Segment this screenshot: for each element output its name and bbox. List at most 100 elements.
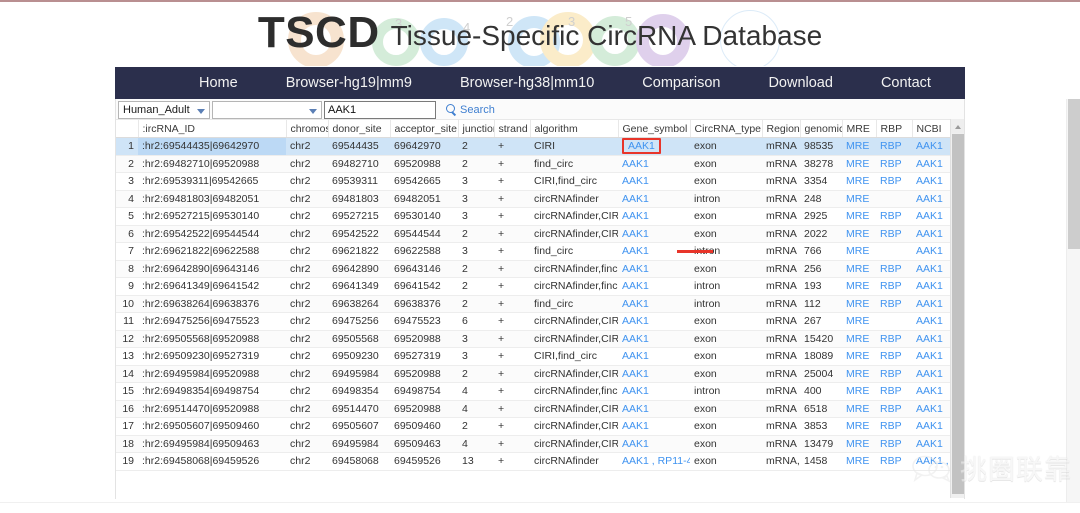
- nav-contact[interactable]: Contact: [857, 67, 955, 99]
- cell-gene[interactable]: AAK1: [618, 418, 690, 436]
- column-header-ncbi[interactable]: NCBI: [912, 120, 954, 138]
- mre-link[interactable]: MRE: [846, 333, 869, 345]
- table-row[interactable]: 8:hr2:69642890|69643146chr26964289069643…: [116, 260, 964, 278]
- rbp-link[interactable]: RBP: [880, 403, 902, 415]
- cell-ncbi[interactable]: AAK1: [912, 383, 954, 401]
- gene-link[interactable]: AAK1: [622, 175, 649, 187]
- ncbi-link[interactable]: AAK1: [916, 263, 943, 275]
- page-scroll-thumb[interactable]: [1068, 99, 1080, 249]
- ncbi-link[interactable]: AAK1: [916, 210, 943, 222]
- cell-rbp[interactable]: [876, 190, 912, 208]
- mre-link[interactable]: MRE: [846, 175, 869, 187]
- cell-rbp[interactable]: RBP: [876, 173, 912, 191]
- ncbi-link[interactable]: AAK1 , RP: [916, 455, 954, 467]
- gene-link[interactable]: AAK1: [622, 403, 649, 415]
- column-header-rbp[interactable]: RBP: [876, 120, 912, 138]
- mre-link[interactable]: MRE: [846, 140, 869, 152]
- ncbi-link[interactable]: AAK1: [916, 350, 943, 362]
- cell-ncbi[interactable]: AAK1: [912, 173, 954, 191]
- cell-ncbi[interactable]: AAK1: [912, 243, 954, 261]
- cell-gene[interactable]: AAK1 , RP11-427H3: [618, 453, 690, 471]
- table-row[interactable]: 6:hr2:69542522|69544544chr26954252269544…: [116, 225, 964, 243]
- mre-link[interactable]: MRE: [846, 420, 869, 432]
- cell-mre[interactable]: MRE: [842, 435, 876, 453]
- ncbi-link[interactable]: AAK1: [916, 175, 943, 187]
- cell-rbp[interactable]: RBP: [876, 155, 912, 173]
- column-header-donor-site[interactable]: donor_site: [328, 120, 390, 138]
- gene-link[interactable]: AAK1: [622, 158, 649, 170]
- cell-gene[interactable]: AAK1: [618, 330, 690, 348]
- cell-ncbi[interactable]: AAK1: [912, 138, 954, 156]
- nav-browser-hg19-mm9[interactable]: Browser-hg19|mm9: [262, 67, 436, 99]
- cell-rbp[interactable]: RBP: [876, 435, 912, 453]
- rbp-link[interactable]: RBP: [880, 263, 902, 275]
- gene-link[interactable]: AAK1: [622, 438, 649, 450]
- gene-link[interactable]: AAK1: [622, 315, 649, 327]
- cell-ncbi[interactable]: AAK1: [912, 225, 954, 243]
- ncbi-link[interactable]: AAK1: [916, 438, 943, 450]
- cell-gene[interactable]: AAK1: [618, 295, 690, 313]
- gene-link[interactable]: AAK1: [622, 228, 649, 240]
- cell-rbp[interactable]: RBP: [876, 348, 912, 366]
- search-input[interactable]: AAK1: [324, 101, 436, 119]
- gene-link[interactable]: AAK1: [622, 350, 649, 362]
- cell-rbp[interactable]: RBP: [876, 208, 912, 226]
- mre-link[interactable]: MRE: [846, 298, 869, 310]
- column-header-circrna-id[interactable]: :ircRNA_ID: [138, 120, 286, 138]
- cell-mre[interactable]: MRE: [842, 155, 876, 173]
- cell-mre[interactable]: MRE: [842, 260, 876, 278]
- table-row[interactable]: 10:hr2:69638264|69638376chr2696382646963…: [116, 295, 964, 313]
- cell-mre[interactable]: MRE: [842, 313, 876, 331]
- gene-link[interactable]: AAK1: [622, 210, 649, 222]
- cell-gene[interactable]: AAK1: [618, 365, 690, 383]
- column-header-mre[interactable]: MRE: [842, 120, 876, 138]
- table-row[interactable]: 1:hr2:69544435|69642970chr26954443569642…: [116, 138, 964, 156]
- mre-link[interactable]: MRE: [846, 193, 869, 205]
- cell-gene[interactable]: AAK1: [618, 278, 690, 296]
- rbp-link[interactable]: RBP: [880, 455, 902, 467]
- column-header-strand[interactable]: strand: [494, 120, 530, 138]
- search-button[interactable]: Search: [446, 104, 495, 116]
- rbp-link[interactable]: RBP: [880, 385, 902, 397]
- cell-ncbi[interactable]: AAK1: [912, 155, 954, 173]
- cell-rbp[interactable]: RBP: [876, 295, 912, 313]
- ncbi-link[interactable]: AAK1: [916, 333, 943, 345]
- cell-mre[interactable]: MRE: [842, 225, 876, 243]
- cell-ncbi[interactable]: AAK1: [912, 418, 954, 436]
- rbp-link[interactable]: RBP: [880, 368, 902, 380]
- rbp-link[interactable]: RBP: [880, 333, 902, 345]
- cell-gene[interactable]: AAK1: [618, 208, 690, 226]
- table-row[interactable]: 5:hr2:69527215|69530140chr26952721569530…: [116, 208, 964, 226]
- cell-rbp[interactable]: RBP: [876, 225, 912, 243]
- table-row[interactable]: 18:hr2:69495984|69509463chr2694959846950…: [116, 435, 964, 453]
- table-row[interactable]: 9:hr2:69641349|69641542chr26964134969641…: [116, 278, 964, 296]
- rbp-link[interactable]: RBP: [880, 350, 902, 362]
- ncbi-link[interactable]: AAK1: [916, 403, 943, 415]
- cell-rbp[interactable]: [876, 243, 912, 261]
- ncbi-link[interactable]: AAK1: [916, 315, 943, 327]
- mre-link[interactable]: MRE: [846, 350, 869, 362]
- table-row[interactable]: 15:hr2:69498354|69498754chr2694983546949…: [116, 383, 964, 401]
- cell-gene[interactable]: AAK1: [618, 348, 690, 366]
- ncbi-link[interactable]: AAK1: [916, 228, 943, 240]
- table-row[interactable]: 14:hr2:69495984|69520988chr2694959846952…: [116, 365, 964, 383]
- ncbi-link[interactable]: AAK1: [916, 245, 943, 257]
- column-header-algorithm[interactable]: algorithm: [530, 120, 618, 138]
- cell-gene[interactable]: AAK1: [618, 190, 690, 208]
- ncbi-link[interactable]: AAK1: [916, 385, 943, 397]
- table-row[interactable]: 2:hr2:69482710|69520988chr26948271069520…: [116, 155, 964, 173]
- gene-link[interactable]: AAK1: [622, 245, 649, 257]
- cell-rbp[interactable]: RBP: [876, 138, 912, 156]
- cell-ncbi[interactable]: AAK1 , RP: [912, 453, 954, 471]
- cell-mre[interactable]: MRE: [842, 418, 876, 436]
- table-scroll-thumb[interactable]: [952, 134, 964, 494]
- gene-link[interactable]: AAK1 , RP11-427H3: [622, 455, 690, 467]
- cell-gene[interactable]: AAK1: [618, 260, 690, 278]
- cell-gene[interactable]: AAK1: [618, 225, 690, 243]
- cell-mre[interactable]: MRE: [842, 208, 876, 226]
- mre-link[interactable]: MRE: [846, 438, 869, 450]
- cell-ncbi[interactable]: AAK1: [912, 365, 954, 383]
- cell-gene[interactable]: AAK1: [618, 138, 690, 156]
- gene-link[interactable]: AAK1: [622, 385, 649, 397]
- ncbi-link[interactable]: AAK1: [916, 193, 943, 205]
